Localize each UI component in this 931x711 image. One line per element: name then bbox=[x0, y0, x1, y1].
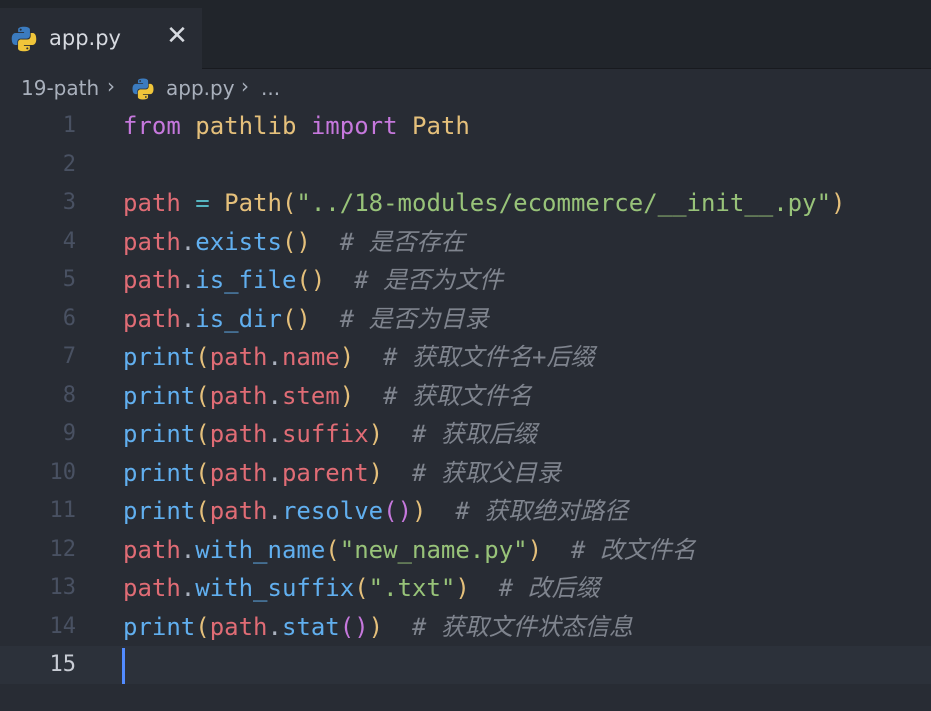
code-comment: # 获取文件状态信息 bbox=[412, 612, 633, 641]
code-text: print(path.parent) # 获取父目录 bbox=[123, 458, 561, 487]
code-text: print(path.resolve()) # 获取绝对路径 bbox=[123, 497, 629, 525]
tab-bar: app.py ✕ bbox=[0, 0, 931, 69]
code-line: 8 print(path.stem) # 获取文件名 bbox=[0, 377, 931, 415]
code-line: 7 print(path.name) # 获取文件名+后缀 bbox=[0, 338, 931, 376]
current-line[interactable]: 15 bbox=[0, 646, 931, 684]
code-text: path.is_dir() # 是否为目录 bbox=[123, 304, 489, 333]
line-number: 4 bbox=[62, 228, 76, 254]
code-comment: # 是否为目录 bbox=[339, 304, 489, 333]
code-text: path = Path("../18-modules/ecommerce/__i… bbox=[123, 189, 846, 217]
line-number: 13 bbox=[49, 575, 77, 600]
line-number: 9 bbox=[62, 421, 76, 446]
code-line: 4 path.exists() # 是否存在 bbox=[0, 223, 931, 261]
code-line: 10 print(path.parent) # 获取父目录 bbox=[0, 454, 931, 492]
python-icon bbox=[11, 26, 37, 52]
code-text: path.with_suffix(".txt") # 改后缀 bbox=[123, 574, 600, 602]
code-line: 2 bbox=[0, 146, 931, 184]
chevron-right-icon: › bbox=[107, 74, 115, 98]
code-editor[interactable]: 1 from pathlib import Path 2 3 path = Pa… bbox=[0, 107, 931, 711]
code-text: path.exists() # 是否存在 bbox=[123, 227, 465, 256]
code-comment: # 获取文件名+后缀 bbox=[383, 343, 595, 371]
breadcrumb-file[interactable]: app.py bbox=[166, 76, 235, 100]
close-icon[interactable]: ✕ bbox=[164, 23, 190, 49]
breadcrumb-folder[interactable]: 19-path bbox=[21, 76, 99, 100]
code-line: 1 from pathlib import Path bbox=[0, 107, 931, 145]
line-number: 14 bbox=[49, 613, 77, 639]
code-line: 14 print(path.stat()) # 获取文件状态信息 bbox=[0, 608, 931, 646]
code-comment: # 是否存在 bbox=[339, 227, 465, 256]
code-line: 13 path.with_suffix(".txt") # 改后缀 bbox=[0, 569, 931, 607]
code-line: 6 path.is_dir() # 是否为目录 bbox=[0, 300, 931, 338]
code-line: 9 print(path.suffix) # 获取后缀 bbox=[0, 415, 931, 453]
line-number: 10 bbox=[49, 459, 77, 485]
code-text: print(path.stat()) # 获取文件状态信息 bbox=[123, 612, 633, 641]
breadcrumb-more[interactable]: ... bbox=[261, 76, 280, 100]
code-text: path.with_name("new_name.py") # 改文件名 bbox=[123, 535, 696, 564]
code-comment: # 获取后缀 bbox=[412, 420, 537, 448]
code-comment: # 获取文件名 bbox=[383, 381, 533, 410]
code-comment: # 改后缀 bbox=[498, 574, 600, 602]
line-number: 11 bbox=[49, 498, 77, 523]
line-number: 1 bbox=[62, 113, 76, 138]
code-line: 11 print(path.resolve()) # 获取绝对路径 bbox=[0, 492, 931, 530]
line-number: 2 bbox=[62, 151, 76, 177]
code-line: 3 path = Path("../18-modules/ecommerce/_… bbox=[0, 184, 931, 222]
code-text: path.is_file() # 是否为文件 bbox=[123, 266, 504, 294]
breadcrumb: 19-path › app.py › ... bbox=[0, 69, 931, 109]
line-number: 5 bbox=[62, 267, 76, 292]
code-comment: # 获取父目录 bbox=[412, 458, 561, 487]
line-number: 12 bbox=[49, 536, 77, 562]
chevron-right-icon: › bbox=[241, 74, 249, 98]
tab-label: app.py bbox=[49, 26, 121, 50]
editor-tab-app-py[interactable]: app.py ✕ bbox=[0, 8, 202, 69]
code-comment: # 改文件名 bbox=[570, 535, 696, 564]
code-text: print(path.suffix) # 获取后缀 bbox=[123, 420, 537, 448]
line-number: 7 bbox=[62, 344, 76, 369]
code-comment: # 获取绝对路径 bbox=[455, 497, 629, 525]
line-number: 6 bbox=[62, 305, 76, 331]
code-text: print(path.name) # 获取文件名+后缀 bbox=[123, 343, 595, 371]
line-number: 3 bbox=[62, 190, 76, 215]
code-comment: # 是否为文件 bbox=[354, 266, 504, 294]
code-line: 12 path.with_name("new_name.py") # 改文件名 bbox=[0, 531, 931, 569]
code-text: from pathlib import Path bbox=[123, 112, 470, 140]
text-cursor bbox=[122, 648, 125, 684]
code-text: print(path.stem) # 获取文件名 bbox=[123, 381, 533, 410]
code-line: 5 path.is_file() # 是否为文件 bbox=[0, 261, 931, 299]
line-number: 15 bbox=[49, 652, 77, 677]
line-number: 8 bbox=[62, 382, 76, 408]
python-icon bbox=[132, 78, 154, 100]
